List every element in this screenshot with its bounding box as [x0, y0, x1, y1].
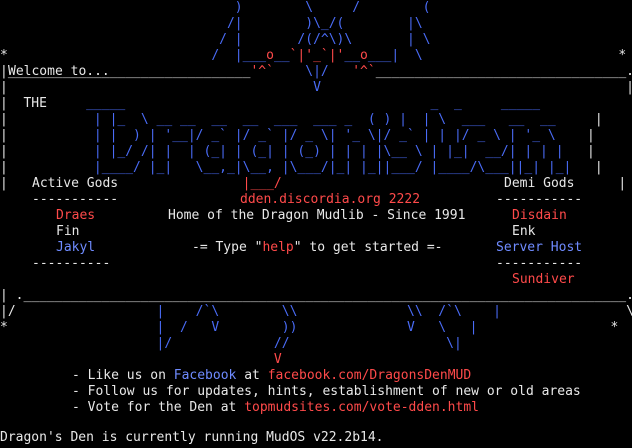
- facebook-link[interactable]: Facebook: [174, 368, 237, 383]
- divider: -----------: [496, 256, 583, 271]
- ascii-art-dragon: /| )\_/( |\: [0, 16, 423, 31]
- ascii-art-dragon-bottom: * | / V )) V \ | *: [0, 320, 619, 335]
- active-god-item: Draes: [56, 208, 96, 223]
- logo-line: | | | ) | '__|/ _` |/ _` |/ _ \| '_ \|/ …: [0, 128, 595, 143]
- ascii-art-frame-bottom: | ._____________________________________…: [0, 288, 632, 303]
- help-command: help: [262, 240, 294, 255]
- logo-line: | |____/ |_| \__,_|\__, |\___/|_| |_||__…: [0, 160, 603, 175]
- active-gods-title: Active Gods: [32, 176, 119, 191]
- divider: ----------: [32, 256, 111, 271]
- tagline: Home of the Dragon Mudlib - Since 1991: [168, 208, 466, 223]
- ascii-art-dragon-bottom: V: [0, 352, 282, 367]
- bullet-facebook: - Like us on Facebook at facebook.com/Dr…: [72, 368, 472, 383]
- facebook-url-link[interactable]: facebook.com/DragonsDenMUD: [268, 368, 472, 383]
- ascii-art-frame-top: * / |___o__`|'_`|'__o___| \ *: [0, 48, 627, 63]
- divider: -----------: [32, 192, 119, 207]
- vote-link[interactable]: topmudsites.com/vote-dden.html: [244, 400, 479, 415]
- ascii-art-dragon: / | /(/^\)\ | \: [0, 32, 431, 47]
- logo-line: | | |_/ /| | | (_| | (_| | (_) | | | |\_…: [0, 144, 595, 159]
- demi-god-item: Disdain: [512, 208, 567, 223]
- divider: -----------: [496, 192, 583, 207]
- ascii-art-frame: | V |: [0, 80, 632, 95]
- ascii-art-dragon-bottom: |/ | /`\ \\ \\ /`\ | \|: [0, 304, 632, 319]
- ascii-art-dragon-bottom: |/ // \|: [0, 336, 462, 351]
- server-address[interactable]: dden.discordia.org 2222: [240, 192, 420, 208]
- demi-god-item: Enk: [512, 224, 536, 239]
- terminal-screen[interactable]: ) \ / ( /| )\_/( |\ / | /(/^\)\ | \ * / …: [0, 0, 632, 448]
- welcome-text: Welcome to...: [8, 64, 110, 79]
- bullet-follow: - Follow us for updates, hints, establis…: [72, 384, 581, 399]
- demi-gods-title: Demi Gods: [504, 176, 575, 191]
- logo-line: | | |_ \ __ __ __ __ ___ ___ _ ( ) | | \…: [0, 112, 603, 127]
- status-line: Dragon's Den is currently running MudOS …: [0, 430, 384, 445]
- active-god-item: Fin: [56, 224, 80, 239]
- help-hint: -= Type "help" to get started =-: [192, 240, 443, 255]
- demi-god-item: Server Host: [496, 240, 583, 255]
- bullet-vote: - Vote for the Den at topmudsites.com/vo…: [72, 400, 479, 415]
- demi-god-item: Sundiver: [512, 272, 575, 287]
- active-god-item: Jakyl: [56, 240, 96, 255]
- ascii-art-dragon: ) \ / (: [0, 0, 431, 15]
- logo-line: | THE _____ _ _ _____ |: [0, 96, 632, 111]
- the-label: THE: [23, 96, 47, 111]
